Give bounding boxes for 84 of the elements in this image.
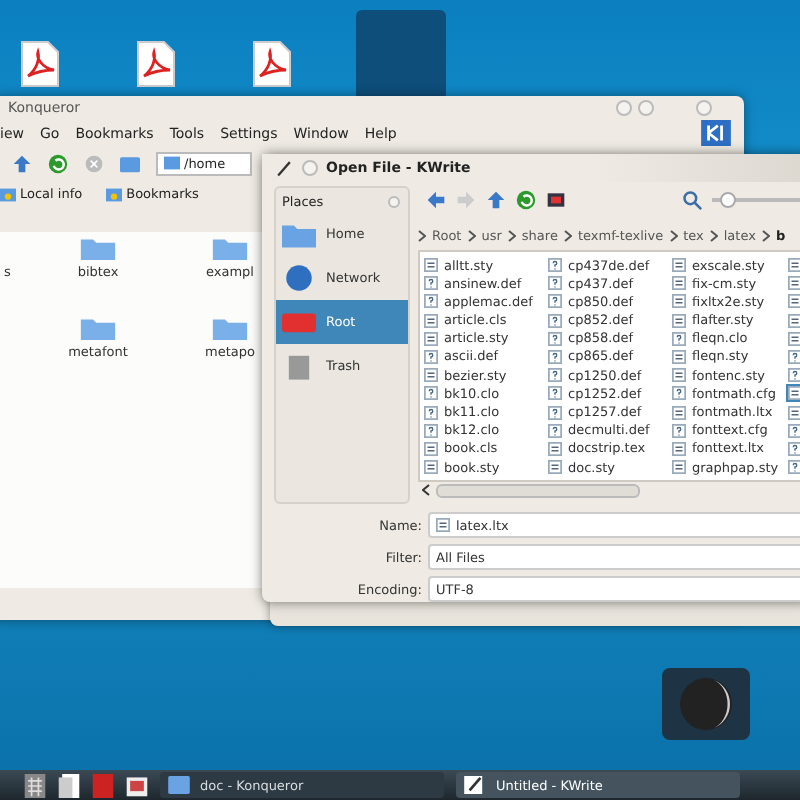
unknown-file-icon <box>548 294 562 309</box>
pdf-file-icon[interactable] <box>136 40 176 88</box>
unknown-file-icon <box>424 294 438 309</box>
text-file-icon <box>672 276 686 291</box>
unknown-file-icon <box>548 349 562 364</box>
pdf-file-icon[interactable] <box>252 40 292 88</box>
unknown-file-icon <box>424 423 438 438</box>
text-file-icon[interactable] <box>788 294 800 309</box>
chevron-icon <box>507 229 516 242</box>
text-file-icon <box>436 518 450 532</box>
unknown-file-icon <box>548 313 562 328</box>
chevron-icon <box>563 229 572 242</box>
text-file-icon <box>672 258 686 273</box>
folder-icon <box>168 776 190 794</box>
unknown-file-icon <box>424 386 438 401</box>
unknown-file-icon <box>548 258 562 273</box>
unknown-file-icon <box>672 386 686 401</box>
folder-icon <box>211 236 248 260</box>
text-file-icon <box>672 294 686 309</box>
zoom-icon <box>682 189 702 210</box>
unknown-file-icon <box>548 423 562 438</box>
text-file-icon <box>672 349 686 364</box>
text-file-icon[interactable] <box>788 405 800 420</box>
text-file-icon <box>672 368 686 383</box>
unknown-file-icon <box>672 423 686 438</box>
zoom-slider-handle[interactable] <box>720 191 736 208</box>
chevron-icon <box>761 229 770 242</box>
text-file-icon <box>424 460 438 475</box>
text-file-icon[interactable] <box>788 258 800 273</box>
text-file-icon[interactable] <box>788 331 800 346</box>
pdf-file-icon[interactable] <box>20 40 60 88</box>
text-file-icon <box>672 460 686 475</box>
unknown-file-icon <box>424 405 438 420</box>
document-icon[interactable] <box>58 773 80 797</box>
pencil-icon <box>464 776 486 794</box>
text-file-icon[interactable] <box>788 276 800 291</box>
chevron-icon <box>467 229 476 242</box>
text-file-icon <box>424 313 438 328</box>
scroll-left-icon[interactable] <box>422 484 430 497</box>
text-file-icon[interactable] <box>788 386 800 401</box>
unknown-file-icon <box>548 368 562 383</box>
chevron-icon <box>669 229 678 242</box>
back-arrow-icon[interactable] <box>426 189 446 210</box>
unknown-file-icon[interactable] <box>788 441 800 456</box>
text-file-icon <box>672 313 686 328</box>
moon-widget[interactable] <box>662 668 750 740</box>
folder-icon <box>80 236 116 260</box>
text-file-icon <box>424 258 438 273</box>
text-file-icon <box>548 460 562 475</box>
folder-icon <box>164 156 180 170</box>
folder-icon <box>79 316 116 340</box>
chevron-icon <box>418 229 426 242</box>
reload-icon[interactable] <box>516 189 536 210</box>
folder-icon <box>212 316 248 340</box>
star-folder-icon <box>106 187 123 201</box>
unknown-file-icon <box>424 276 438 291</box>
unknown-file-icon <box>548 386 562 401</box>
text-file-icon <box>424 441 438 456</box>
unknown-file-icon <box>548 331 562 346</box>
unknown-file-icon[interactable] <box>788 349 800 364</box>
unknown-file-icon <box>672 331 686 346</box>
text-file-icon <box>548 441 562 456</box>
up-arrow-icon[interactable] <box>486 189 506 210</box>
text-file-icon <box>672 441 686 456</box>
picture-icon[interactable] <box>126 773 148 797</box>
reload-icon[interactable] <box>48 153 68 173</box>
unknown-file-icon <box>424 349 438 364</box>
unknown-file-icon[interactable] <box>788 460 800 475</box>
pencil-icon <box>274 157 294 178</box>
scrollbar-thumb[interactable] <box>436 483 640 498</box>
calculator-icon[interactable] <box>24 773 46 797</box>
text-file-icon <box>672 405 686 420</box>
unknown-file-icon[interactable] <box>788 368 800 383</box>
text-file-icon[interactable] <box>788 313 800 328</box>
unknown-file-icon <box>548 276 562 291</box>
chevron-icon <box>709 229 718 242</box>
text-file-icon <box>424 331 438 346</box>
unknown-file-icon[interactable] <box>788 423 800 438</box>
star-folder-icon <box>0 187 16 201</box>
up-arrow-icon[interactable] <box>12 153 32 173</box>
text-file-icon <box>424 368 438 383</box>
unknown-file-icon <box>548 405 562 420</box>
widget-panel <box>356 10 446 100</box>
bookmark-icon[interactable] <box>546 189 566 210</box>
